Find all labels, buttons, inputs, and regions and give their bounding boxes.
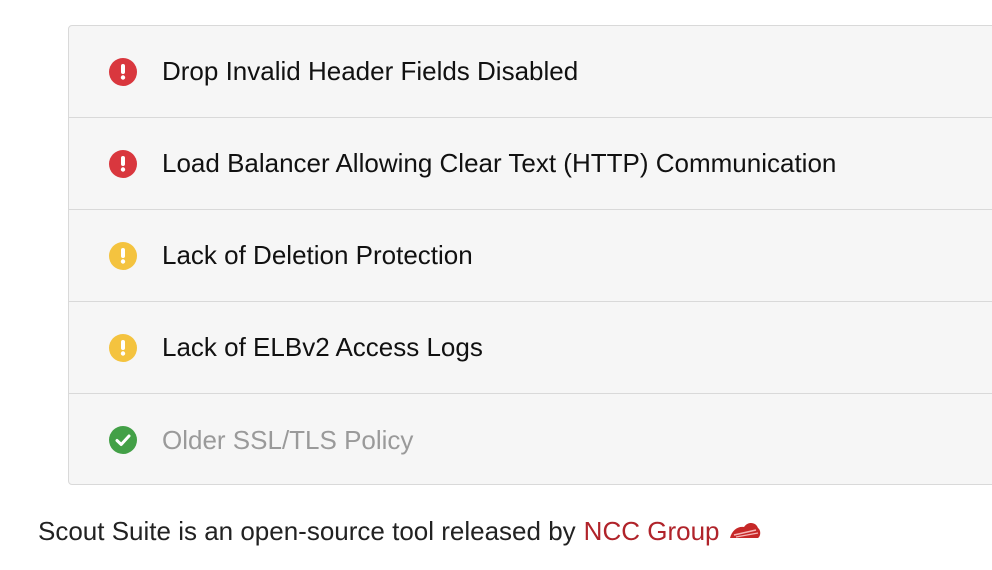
check-circle-icon [109,426,137,454]
finding-row-drop-invalid-header-fields[interactable]: Drop Invalid Header Fields Disabled [69,26,992,118]
findings-list: Drop Invalid Header Fields Disabled Load… [68,25,992,485]
warning-exclamation-icon [109,333,137,362]
finding-label: Lack of Deletion Protection [162,240,473,270]
finding-label: Older SSL/TLS Policy [162,424,414,455]
finding-label: Drop Invalid Header Fields Disabled [162,56,579,86]
danger-exclamation-icon [109,149,137,178]
ncc-group-link[interactable]: NCC Group [584,516,720,547]
finding-row-load-balancer-clear-text[interactable]: Load Balancer Allowing Clear Text (HTTP)… [69,118,992,210]
finding-row-lack-of-elbv2-access-logs[interactable]: Lack of ELBv2 Access Logs [69,302,992,394]
ncc-group-logo-icon [728,516,762,547]
finding-label: Lack of ELBv2 Access Logs [162,332,483,362]
finding-label: Load Balancer Allowing Clear Text (HTTP)… [162,148,837,178]
footer: Scout Suite is an open-source tool relea… [38,516,762,547]
danger-exclamation-icon [109,57,137,86]
finding-row-older-ssl-tls-policy[interactable]: Older SSL/TLS Policy [69,394,992,486]
finding-row-lack-of-deletion-protection[interactable]: Lack of Deletion Protection [69,210,992,302]
footer-text: Scout Suite is an open-source tool relea… [38,516,576,546]
warning-exclamation-icon [109,241,137,270]
